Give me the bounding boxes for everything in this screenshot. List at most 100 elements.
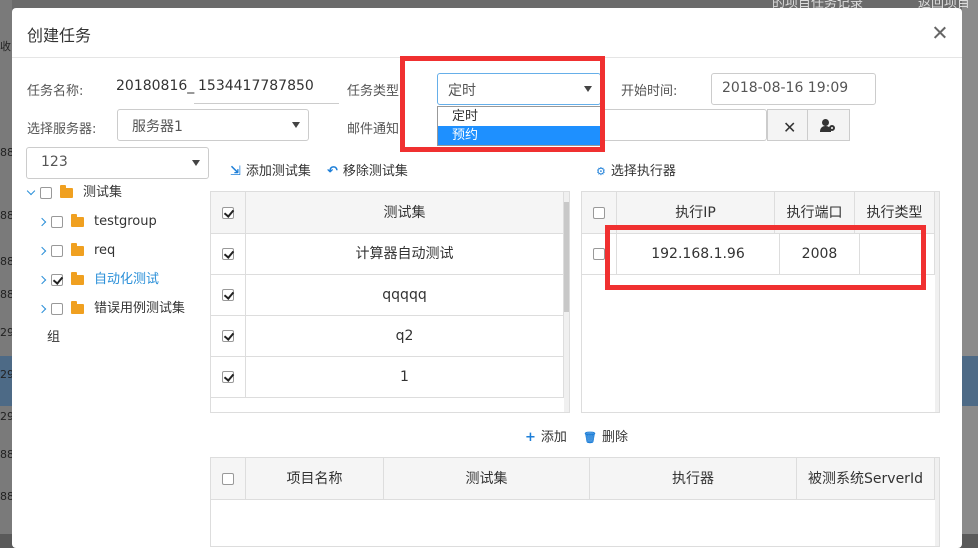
chevron-down-icon[interactable] [26,186,36,195]
table-row-cell[interactable]: q2 [246,316,564,357]
row-checkbox-cell [211,357,246,398]
chevron-down-icon [292,122,300,128]
project-name-header: 项目名称 [246,458,384,500]
delete-label: 删除 [601,430,628,445]
add-button[interactable]: + 添加 [525,426,567,445]
scrollbar[interactable] [935,192,939,412]
start-time-label: 开始时间: [621,84,678,99]
testset-table: 测试集 计算器自动测试 qqqqq q2 1 [210,191,570,413]
select-executor-button[interactable]: ⚙ 选择执行器 [596,160,676,179]
add-testset-label: 添加测试集 [245,164,311,179]
delete-button[interactable]: 🗑 删除 [583,426,628,445]
folder-icon [71,213,84,227]
chevron-right-icon[interactable] [37,304,47,313]
background-text: 收 [0,40,11,53]
background-text: 88 [0,146,12,159]
select-all-cell [211,192,246,234]
modal-title: 创建任务 [27,26,92,45]
x-icon: ✕ [783,118,797,137]
chevron-down-icon [192,160,200,166]
plus-icon: + [525,430,536,445]
tree-node-label: testgroup [94,214,157,229]
folder-icon [71,271,84,285]
tree-footer-text: 组 [47,330,61,345]
annotation-highlight-task-type [400,56,605,152]
tree-checkbox[interactable] [51,302,63,315]
row-checkbox-cell [211,234,246,275]
table-row-cell[interactable]: qqqqq [246,275,564,316]
remove-testset-label: 移除测试集 [342,164,408,179]
testset-header: 测试集 [384,458,590,500]
background-row-highlight [962,356,978,406]
row-checkbox-cell [211,316,246,357]
background-left-column: 收 88 88 88 88 29 29 29 88 88 [0,0,12,534]
task-name-label: 任务名称: [27,84,84,99]
background-text: 88 [0,448,12,461]
user-settings-button[interactable] [808,109,850,141]
testset-column-header: 测试集 [246,192,564,234]
undo-icon: ↶ [327,164,338,179]
row-checkbox[interactable] [593,248,605,260]
project-value: 123 [41,154,68,170]
task-type-label: 任务类型: [347,84,404,99]
annotation-highlight-executor-row [605,225,926,290]
user-gear-icon [820,119,836,133]
task-name-prefix: 20180816_ [116,78,195,94]
server-select[interactable]: 服务器1 [117,109,309,141]
tree-checkbox[interactable] [51,215,63,228]
tree-node-label: 自动化测试 [94,272,160,287]
close-icon[interactable] [928,21,952,45]
row-checkbox[interactable] [222,371,234,383]
select-executor-label: 选择执行器 [610,164,676,179]
background-text: 29 [0,410,12,423]
project-select[interactable]: 123 [26,147,209,179]
background-text: 29 [0,368,12,381]
tree-checkbox[interactable] [40,186,52,199]
tree-node-automation[interactable]: 自动化测试 [37,270,160,290]
background-text: 29 [0,326,12,339]
row-checkbox[interactable] [222,289,234,301]
tree-node-req[interactable]: req [37,241,116,261]
background-right-column [962,0,978,534]
mail-notify-input[interactable] [601,109,767,141]
add-testset-button[interactable]: ⇲ 添加测试集 [230,160,311,179]
start-time-value: 2018-08-16 19:09 [722,80,849,96]
background-text: 88 [0,288,12,301]
row-checkbox[interactable] [222,330,234,342]
row-checkbox[interactable] [222,248,234,260]
background-text: 88 [0,255,12,268]
tree-node-label: req [94,243,116,258]
select-all-cell [211,458,246,500]
tree-node-root[interactable]: 测试集 [26,183,123,203]
tree-checkbox[interactable] [51,244,63,257]
background-text: 88 [0,209,12,222]
chevron-right-icon[interactable] [37,246,47,255]
mail-notify-label: 邮件通知: [347,122,404,137]
folder-icon [71,300,84,314]
server-id-header: 被测系统ServerId [797,458,935,500]
tree-node-error-cases[interactable]: 错误用例测试集 [37,299,186,319]
tree-node-label: 测试集 [83,185,123,200]
modal-header: 创建任务 [12,8,962,58]
table-row-cell[interactable]: 1 [246,357,564,398]
select-all-checkbox[interactable] [593,207,605,219]
background-text: 88 [0,490,12,503]
add-label: 添加 [540,430,567,445]
select-all-checkbox[interactable] [222,207,234,219]
tree-checkbox-checked[interactable] [51,273,63,286]
clear-button[interactable]: ✕ [767,109,808,141]
table-row-cell[interactable]: 计算器自动测试 [246,234,564,275]
scrollbar-thumb[interactable] [564,202,569,312]
remove-testset-button[interactable]: ↶ 移除测试集 [327,160,408,179]
row-checkbox-cell [211,275,246,316]
chevron-right-icon[interactable] [37,275,47,284]
gear-icon: ⚙ [596,165,606,178]
start-time-input[interactable]: 2018-08-16 19:09 [711,73,876,105]
task-name-input[interactable]: 1534417787850 [194,72,339,104]
chevron-right-icon[interactable] [37,217,47,226]
select-all-checkbox[interactable] [222,473,234,485]
background-row-highlight [0,356,12,406]
tree-node-testgroup[interactable]: testgroup [37,212,157,232]
tree-node-label: 错误用例测试集 [94,301,186,316]
trash-icon: 🗑 [583,431,597,444]
